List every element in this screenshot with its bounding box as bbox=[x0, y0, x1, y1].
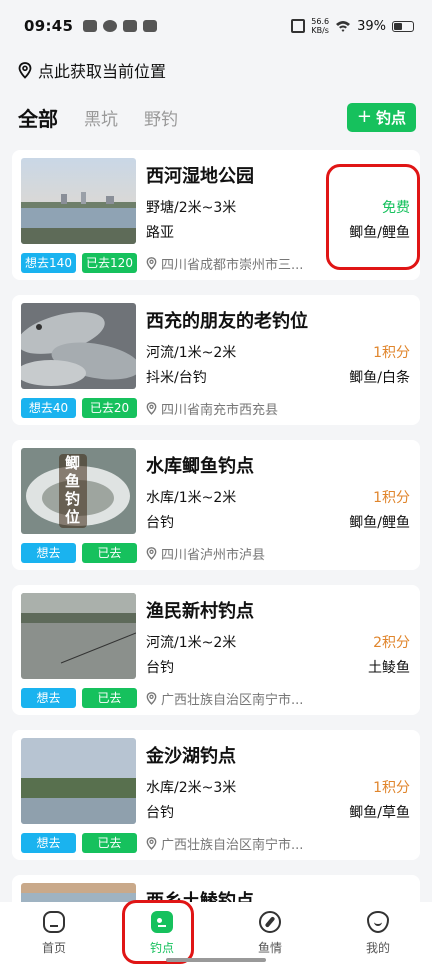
spot-address: 四川省泸州市泸县 bbox=[146, 544, 265, 563]
spot-fish: 土鲮鱼 bbox=[368, 660, 410, 676]
visit-tags: 想去140 已去120 bbox=[21, 253, 137, 273]
want-to-go-tag[interactable]: 想去140 bbox=[21, 253, 76, 273]
spot-price: 1积分 bbox=[373, 490, 410, 506]
home-icon bbox=[43, 910, 65, 933]
status-bar: 09:45 56.6 KB/s 39% bbox=[0, 0, 432, 52]
thumbnail-overlay-text: 鲫鱼钓位 bbox=[65, 454, 81, 526]
spot-address: 四川省成都市崇州市三... bbox=[146, 254, 303, 273]
spot-methods: 台钓 bbox=[146, 805, 174, 821]
spot-card[interactable]: 想去40 已去20 西充的朋友的老钓位 河流/1米~2米 抖米/台钓 1积分 鲫… bbox=[12, 295, 420, 425]
get-location-button[interactable]: 点此获取当前位置 bbox=[18, 58, 166, 82]
want-to-go-tag[interactable]: 想去40 bbox=[21, 398, 76, 418]
been-there-tag[interactable]: 已去 bbox=[82, 543, 137, 563]
spot-type-depth: 河流/1米~2米 bbox=[146, 635, 237, 651]
crown-icon bbox=[143, 20, 158, 32]
want-to-go-tag[interactable]: 想去 bbox=[21, 543, 76, 563]
highlight-annotation-nav bbox=[122, 900, 194, 964]
location-text: 点此获取当前位置 bbox=[38, 62, 167, 81]
plus-icon: + bbox=[356, 106, 372, 127]
spot-thumbnail: 鲫鱼钓位 bbox=[21, 448, 136, 534]
spot-title: 金沙湖钓点 bbox=[146, 746, 236, 767]
spot-price: 2积分 bbox=[373, 635, 410, 651]
spot-type-depth: 河流/1米~2米 bbox=[146, 345, 237, 361]
spot-title: 水库鲫鱼钓点 bbox=[146, 456, 254, 477]
highlight-annotation-price bbox=[326, 164, 420, 270]
spot-card[interactable]: 鲫鱼钓位 想去 已去 水库鲫鱼钓点 水库/1米~2米 台钓 1积分 鲫鱼/鲤鱼 … bbox=[12, 440, 420, 570]
been-there-tag[interactable]: 已去 bbox=[82, 688, 137, 708]
spot-title: 西河湿地公园 bbox=[146, 166, 254, 187]
wechat-icon bbox=[103, 20, 118, 32]
nav-fish-situation[interactable]: 鱼情 bbox=[216, 902, 324, 964]
battery-icon bbox=[392, 20, 414, 32]
spot-title: 渔民新村钓点 bbox=[146, 601, 254, 622]
spot-thumbnail bbox=[21, 303, 136, 389]
status-right: 56.6 KB/s 39% bbox=[291, 17, 414, 35]
status-time: 09:45 bbox=[24, 17, 74, 35]
visit-tags: 想去 已去 bbox=[21, 543, 137, 563]
location-pin-icon bbox=[146, 837, 157, 850]
been-there-tag[interactable]: 已去120 bbox=[82, 253, 137, 273]
spot-fish: 鲫鱼/草鱼 bbox=[349, 805, 410, 821]
spot-type-depth: 水库/1米~2米 bbox=[146, 490, 237, 506]
spot-methods: 路亚 bbox=[146, 225, 174, 241]
nav-home[interactable]: 首页 bbox=[0, 902, 108, 964]
spot-type-depth: 水库/2米~3米 bbox=[146, 780, 237, 796]
been-there-tag[interactable]: 已去20 bbox=[82, 398, 137, 418]
location-pin-icon bbox=[146, 692, 157, 705]
spot-address: 四川省南充市西充县 bbox=[146, 399, 278, 418]
bottom-nav: 首页 钓点 鱼情 我的 bbox=[0, 902, 432, 964]
home-indicator bbox=[166, 958, 266, 962]
visit-tags: 想去 已去 bbox=[21, 688, 137, 708]
app-notification-icon bbox=[83, 20, 98, 32]
location-pin-icon bbox=[146, 547, 157, 560]
net-speed: 56.6 KB/s bbox=[311, 17, 330, 35]
notification-icons bbox=[83, 20, 158, 32]
visit-tags: 想去40 已去20 bbox=[21, 398, 137, 418]
spot-thumbnail bbox=[21, 158, 136, 244]
visit-tags: 想去 已去 bbox=[21, 833, 137, 853]
spot-thumbnail bbox=[21, 738, 136, 824]
spot-address: 广西壮族自治区南宁市... bbox=[146, 689, 303, 708]
location-pin-icon bbox=[146, 402, 157, 415]
profile-icon bbox=[367, 910, 389, 933]
want-to-go-tag[interactable]: 想去 bbox=[21, 688, 76, 708]
battery-percent: 39% bbox=[357, 18, 386, 34]
been-there-tag[interactable]: 已去 bbox=[82, 833, 137, 853]
location-pin-icon bbox=[146, 257, 157, 270]
category-tabs: 全部 黑坑 野钓 + 钓点 bbox=[18, 102, 416, 132]
app-notification-icon bbox=[123, 20, 138, 32]
spot-methods: 台钓 bbox=[146, 660, 174, 676]
spot-card[interactable]: 想去 已去 渔民新村钓点 河流/1米~2米 台钓 2积分 土鲮鱼 广西壮族自治区… bbox=[12, 585, 420, 715]
vibrate-icon bbox=[291, 19, 306, 33]
add-spot-button[interactable]: + 钓点 bbox=[346, 102, 416, 132]
spot-price: 1积分 bbox=[373, 345, 410, 361]
want-to-go-tag[interactable]: 想去 bbox=[21, 833, 76, 853]
spot-fish: 鲫鱼/鲤鱼 bbox=[349, 515, 410, 531]
location-pin-icon bbox=[18, 61, 32, 79]
spot-thumbnail bbox=[21, 593, 136, 679]
spot-methods: 抖米/台钓 bbox=[146, 370, 207, 386]
spot-address: 广西壮族自治区南宁市... bbox=[146, 834, 303, 853]
spot-type-depth: 野塘/2米~3米 bbox=[146, 200, 237, 216]
spot-card[interactable]: 想去 已去 金沙湖钓点 水库/2米~3米 台钓 1积分 鲫鱼/草鱼 广西壮族自治… bbox=[12, 730, 420, 860]
tab-all[interactable]: 全部 bbox=[18, 103, 58, 132]
spot-fish: 鲫鱼/白条 bbox=[349, 370, 410, 386]
wifi-icon bbox=[335, 20, 351, 32]
compass-icon bbox=[259, 910, 281, 933]
spot-title: 西充的朋友的老钓位 bbox=[146, 311, 308, 332]
spot-price: 1积分 bbox=[373, 780, 410, 796]
spot-methods: 台钓 bbox=[146, 515, 174, 531]
tab-wild-fishing[interactable]: 野钓 bbox=[144, 105, 178, 130]
tab-black-pit[interactable]: 黑坑 bbox=[84, 105, 118, 130]
nav-profile[interactable]: 我的 bbox=[324, 902, 432, 964]
